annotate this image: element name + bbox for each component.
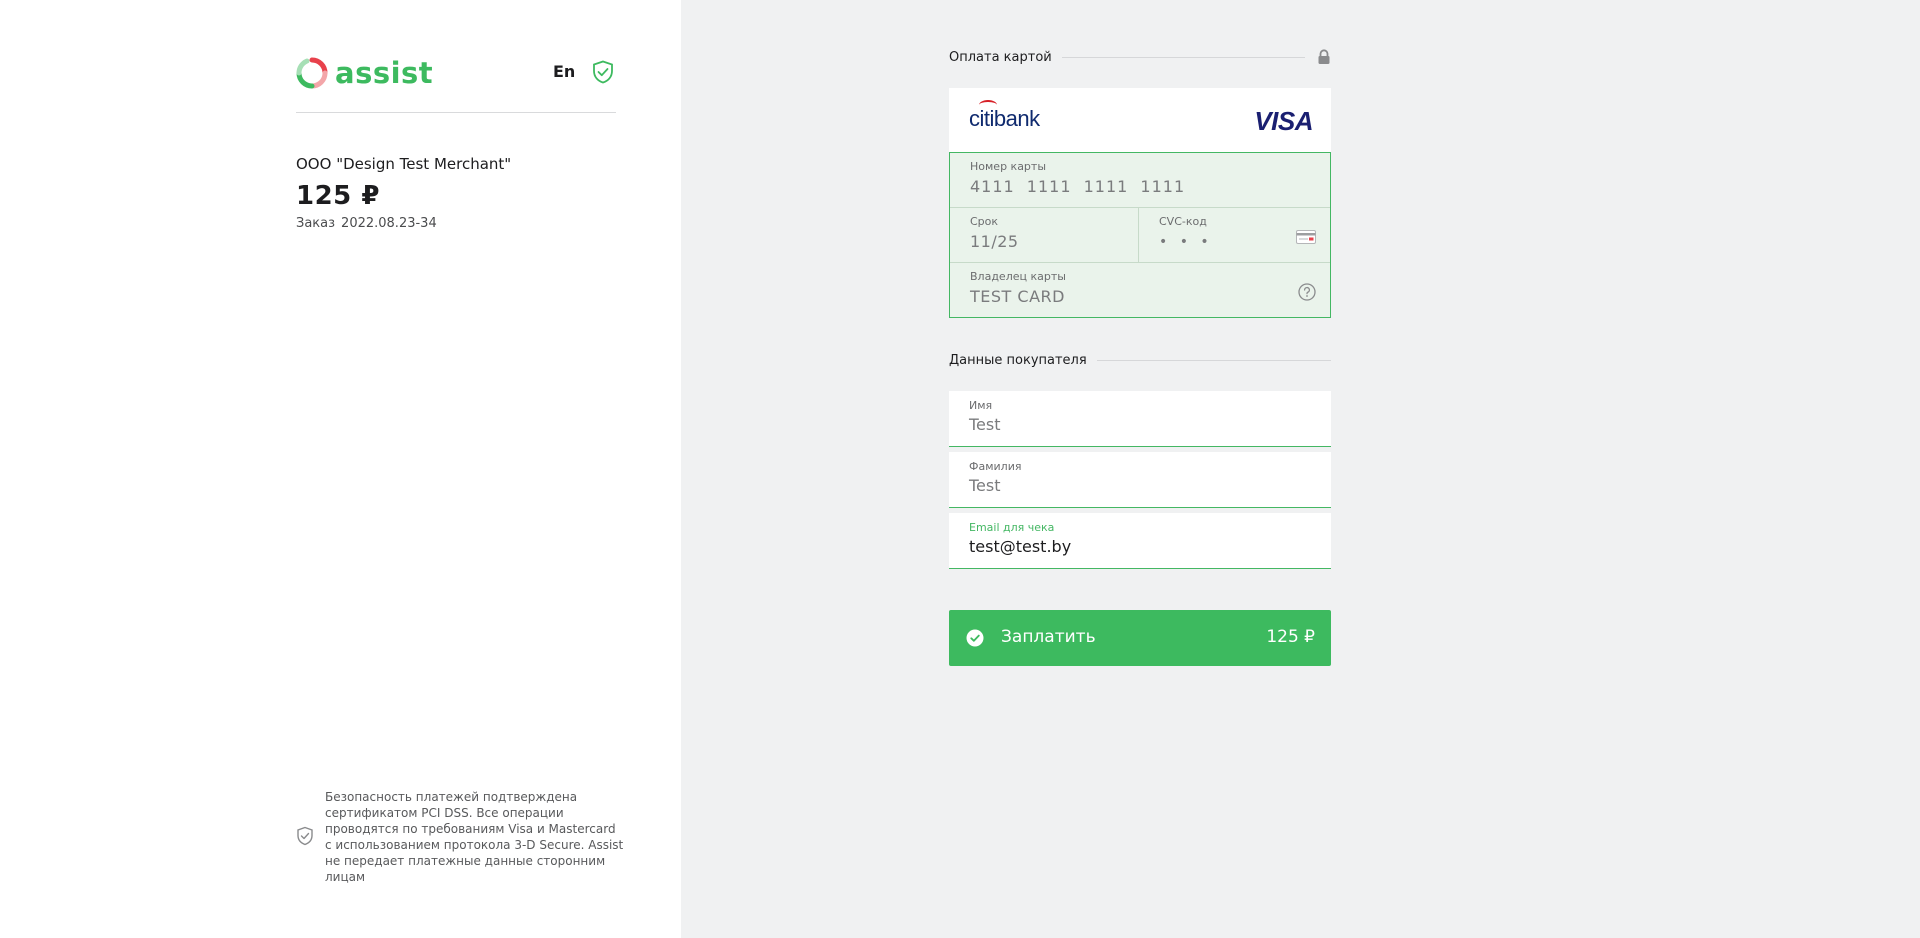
security-text: Безопасность платежей подтверждена серти…	[325, 790, 624, 884]
language-switch[interactable]: En	[553, 62, 575, 81]
order-amount: 125 ₽	[296, 181, 380, 211]
buyer-section-title: Данные покупателя	[949, 352, 1087, 368]
card-number-field[interactable]: Номер карты 4111 1111 1111 1111	[950, 153, 1330, 208]
divider	[296, 112, 616, 113]
card-section-header: Оплата картой	[949, 47, 1331, 67]
cvc-value[interactable]: • • •	[1159, 234, 1213, 250]
card-form: citibank VISA Номер карты 4111 1111 1111…	[949, 88, 1331, 318]
security-note: Безопасность платежей подтверждена серти…	[296, 789, 623, 889]
card-expiry-cvc-row: Срок 11/25 CVC-код • • •	[950, 208, 1330, 263]
assist-logo-icon	[296, 57, 328, 89]
expiry-label: Срок	[970, 215, 999, 228]
cvc-field[interactable]: CVC-код • • •	[1139, 208, 1330, 263]
cvc-card-icon	[1296, 230, 1316, 244]
lock-icon	[1318, 49, 1330, 64]
email-label: Email для чека	[969, 521, 1055, 534]
card-number-label: Номер карты	[970, 160, 1047, 173]
expiry-value[interactable]: 11/25	[970, 232, 1019, 251]
last-name-value[interactable]: Test	[969, 476, 1001, 495]
email-value[interactable]: test@test.by	[969, 537, 1071, 556]
last-name-field[interactable]: Фамилия Test	[949, 452, 1331, 508]
check-circle-icon	[966, 629, 984, 647]
order-summary-panel: assist En ООО "Design Test Merchant" 125…	[0, 0, 681, 938]
card-fields: Номер карты 4111 1111 1111 1111 Срок 11/…	[949, 152, 1331, 318]
order-number: 2022.08.23-34	[341, 216, 437, 231]
pay-button[interactable]: Заплатить 125 ₽	[949, 610, 1331, 666]
email-field[interactable]: Email для чека test@test.by	[949, 513, 1331, 569]
pay-button-label: Заплатить	[1001, 627, 1096, 647]
card-holder-value[interactable]: TEST CARD	[970, 287, 1065, 306]
pay-button-amount: 125 ₽	[1266, 627, 1315, 647]
brand-row: assist En	[296, 55, 616, 91]
bank-logo: citibank	[969, 106, 1040, 131]
divider	[1096, 359, 1331, 361]
divider	[1061, 56, 1305, 58]
visa-logo: VISA	[1254, 106, 1313, 136]
first-name-value[interactable]: Test	[969, 415, 1001, 434]
order-info: Заказ 2022.08.23-34	[296, 216, 443, 231]
shield-check-icon	[297, 826, 313, 846]
card-number-value[interactable]: 4111 1111 1111 1111	[970, 177, 1185, 196]
order-label: Заказ	[296, 216, 336, 231]
card-holder-label: Владелец карты	[970, 270, 1066, 283]
assist-logo: assist	[296, 55, 433, 91]
buyer-section-header: Данные покупателя	[949, 350, 1331, 370]
first-name-field[interactable]: Имя Test	[949, 391, 1331, 447]
logo-text: assist	[335, 56, 434, 90]
shield-check-icon	[593, 60, 613, 84]
card-section-title: Оплата картой	[949, 49, 1052, 65]
first-name-label: Имя	[969, 399, 993, 412]
merchant-name: ООО "Design Test Merchant"	[296, 155, 512, 173]
help-icon[interactable]	[1298, 283, 1316, 301]
card-holder-field[interactable]: Владелец карты TEST CARD	[950, 263, 1330, 318]
last-name-label: Фамилия	[969, 460, 1022, 473]
expiry-field[interactable]: Срок 11/25	[950, 208, 1139, 263]
cvc-label: CVC-код	[1159, 215, 1207, 228]
bank-row: citibank VISA	[949, 88, 1331, 152]
